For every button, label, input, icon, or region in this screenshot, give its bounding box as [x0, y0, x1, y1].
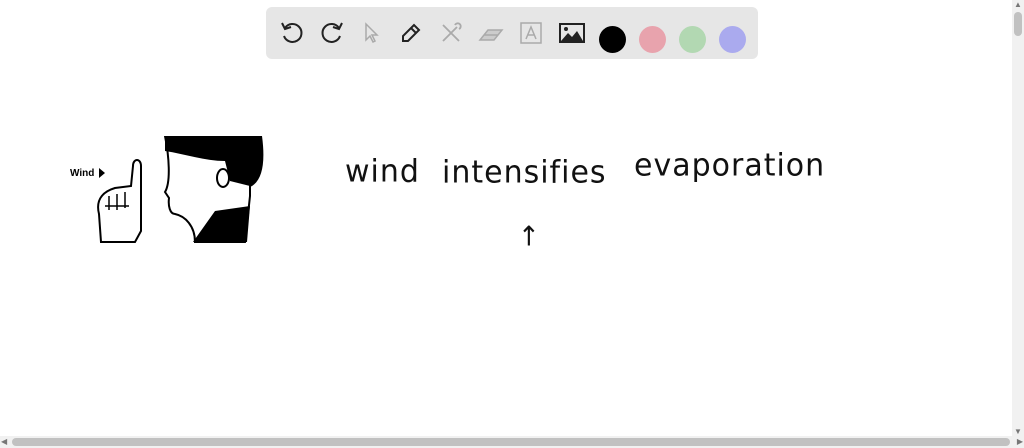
redo-icon — [321, 22, 343, 43]
handwriting-intensifies: intensifies — [442, 154, 607, 191]
undo-button[interactable] — [278, 19, 306, 47]
handwriting-arrow-mark: ↑ — [518, 221, 541, 253]
color-black[interactable] — [599, 26, 626, 53]
scroll-down-icon[interactable]: ▼ — [1014, 427, 1022, 436]
text-tool[interactable] — [517, 19, 545, 47]
select-icon — [365, 22, 379, 44]
vertical-scrollbar[interactable]: ▲ ▼ — [1012, 0, 1024, 436]
color-green[interactable] — [679, 26, 706, 53]
wind-illustration: Wind — [65, 136, 265, 246]
horizontal-scrollbar[interactable]: ◀ ▶ — [0, 436, 1024, 448]
color-purple[interactable] — [719, 26, 746, 53]
pen-tool[interactable] — [397, 19, 425, 47]
redo-button[interactable] — [318, 19, 346, 47]
handwriting-wind: wind — [345, 153, 420, 190]
horizontal-scroll-thumb[interactable] — [12, 438, 1010, 446]
tools-icon — [442, 22, 462, 42]
select-tool[interactable] — [358, 19, 386, 47]
image-icon — [559, 23, 585, 43]
person-wind-image — [97, 136, 264, 243]
vertical-scroll-thumb[interactable] — [1014, 12, 1022, 36]
eraser-icon — [478, 29, 504, 41]
scroll-left-icon[interactable]: ◀ — [1, 437, 7, 446]
pen-icon — [402, 23, 421, 42]
handwriting-evaporation: evaporation — [634, 147, 826, 184]
eraser-tool[interactable] — [477, 19, 505, 47]
text-icon — [520, 22, 542, 44]
scroll-right-icon[interactable]: ▶ — [1017, 437, 1023, 446]
toolbar — [266, 7, 758, 59]
image-tool[interactable] — [558, 19, 586, 47]
undo-icon — [281, 22, 303, 43]
color-pink[interactable] — [639, 26, 666, 53]
shapes-tool[interactable] — [437, 19, 465, 47]
scroll-up-icon[interactable]: ▲ — [1014, 0, 1022, 9]
